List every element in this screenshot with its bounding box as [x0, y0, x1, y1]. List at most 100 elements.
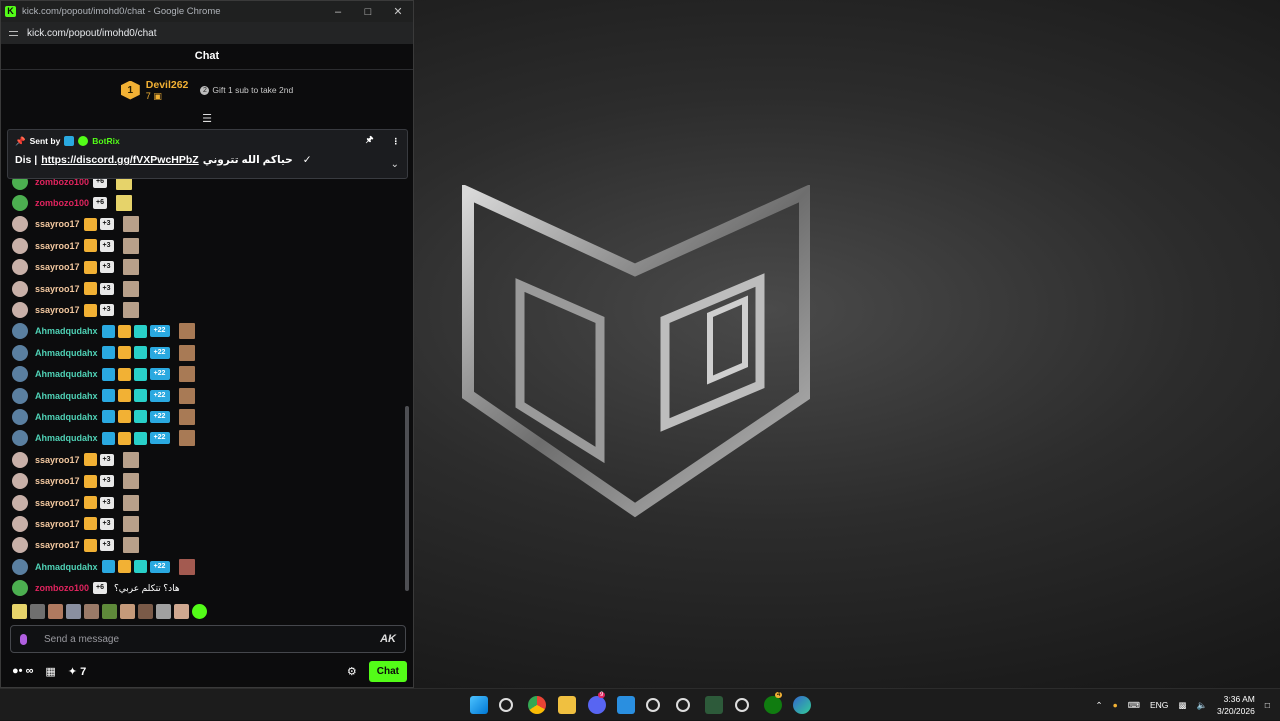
- site-info-icon[interactable]: [9, 29, 18, 38]
- avatar[interactable]: [12, 580, 28, 597]
- emote-icon[interactable]: [122, 451, 139, 468]
- emote-icon[interactable]: [122, 473, 139, 490]
- emote-picker-icon[interactable]: AK: [380, 633, 396, 645]
- store-icon[interactable]: ▦: [45, 665, 55, 678]
- minimize-button[interactable]: –: [323, 1, 353, 22]
- top-gifter-name[interactable]: Devil262: [146, 79, 189, 91]
- emote-icon[interactable]: [30, 604, 45, 619]
- emote-icon[interactable]: [122, 302, 139, 319]
- avatar[interactable]: [12, 323, 28, 340]
- pinned-sender-name[interactable]: BotRix: [92, 136, 119, 146]
- username[interactable]: Ahmadqudahx: [35, 391, 98, 401]
- emote-icon[interactable]: [84, 604, 99, 619]
- emote-icon[interactable]: [178, 344, 195, 361]
- username[interactable]: Ahmadqudahx: [35, 369, 98, 379]
- username[interactable]: ssayroo17: [35, 241, 80, 251]
- emote-icon[interactable]: [122, 537, 139, 554]
- emote-icon[interactable]: [178, 408, 195, 425]
- clock[interactable]: 3:36 AM 3/20/2026: [1217, 693, 1255, 717]
- emote-icon[interactable]: [102, 604, 117, 619]
- avatar[interactable]: [12, 259, 28, 276]
- emote-icon[interactable]: [138, 604, 153, 619]
- window-titlebar[interactable]: K kick.com/popout/imohd0/chat - Google C…: [1, 1, 413, 22]
- battery-app-icon[interactable]: [705, 696, 723, 714]
- message-input[interactable]: [44, 633, 381, 645]
- send-chat-button[interactable]: Chat: [368, 660, 407, 682]
- address-bar[interactable]: kick.com/popout/imohd0/chat: [1, 22, 413, 44]
- network-icon[interactable]: ▩: [1178, 700, 1186, 711]
- more-options-icon[interactable]: ⋮: [392, 136, 401, 147]
- avatar[interactable]: [12, 387, 28, 404]
- username[interactable]: Ahmadqudahx: [35, 348, 98, 358]
- username[interactable]: zombozo100: [35, 583, 89, 593]
- emote-icon[interactable]: [116, 195, 133, 212]
- chevron-up-icon[interactable]: ⌃: [1095, 700, 1102, 711]
- emote-icon[interactable]: [178, 387, 195, 404]
- avatar[interactable]: [12, 302, 28, 319]
- microphone-icon[interactable]: [20, 633, 27, 645]
- edge-icon[interactable]: [793, 696, 811, 714]
- avatar[interactable]: [12, 515, 28, 532]
- unpin-icon[interactable]: 🖈: [366, 134, 374, 148]
- avatar[interactable]: [12, 237, 28, 254]
- avatar[interactable]: [12, 537, 28, 554]
- vscode-icon[interactable]: [617, 696, 635, 714]
- username[interactable]: ssayroo17: [35, 476, 80, 486]
- volume-icon[interactable]: 🔈: [1196, 700, 1207, 711]
- emote-icon[interactable]: [156, 604, 171, 619]
- channel-points[interactable]: ●• ∞: [12, 665, 33, 677]
- emote-icon[interactable]: [122, 216, 139, 233]
- start-menu-icon[interactable]: [470, 696, 488, 714]
- avatar[interactable]: [12, 366, 28, 383]
- username[interactable]: ssayroo17: [35, 455, 80, 465]
- close-button[interactable]: ✕: [383, 1, 413, 22]
- avatar[interactable]: [12, 216, 28, 233]
- emote-icon[interactable]: [122, 515, 139, 532]
- username[interactable]: Ahmadqudahx: [35, 412, 98, 422]
- username[interactable]: ssayroo17: [35, 498, 80, 508]
- language-indicator[interactable]: ENG: [1150, 700, 1168, 710]
- notifications-icon[interactable]: □: [1265, 700, 1270, 710]
- username[interactable]: ssayroo17: [35, 519, 80, 529]
- chat-message-list[interactable]: zombozo100 +6 zombozo100 +6 ssayroo17 +3 ssayr…: [1, 171, 405, 599]
- emote-icon[interactable]: [122, 237, 139, 254]
- app-icon[interactable]: [676, 698, 690, 712]
- username[interactable]: Ahmadqudahx: [35, 326, 98, 336]
- discord-icon[interactable]: [588, 696, 606, 714]
- emote-icon[interactable]: [178, 558, 195, 575]
- emote-icon[interactable]: [178, 366, 195, 383]
- microphone-tray-icon[interactable]: ●: [1113, 700, 1118, 710]
- emote-icon[interactable]: [12, 604, 27, 619]
- chevron-down-icon[interactable]: ⌄: [391, 159, 399, 170]
- discord-link[interactable]: https://discord.gg/fVXPwcHPbZ: [41, 154, 199, 166]
- emote-icon[interactable]: [174, 604, 189, 619]
- message-box[interactable]: AK: [10, 625, 406, 653]
- emote-icon[interactable]: [178, 323, 195, 340]
- chrome-icon[interactable]: [528, 696, 546, 714]
- leaderboard-toggle-icon[interactable]: ☰: [1, 110, 413, 128]
- username[interactable]: ssayroo17: [35, 262, 80, 272]
- avatar[interactable]: [12, 494, 28, 511]
- avatar[interactable]: [12, 280, 28, 297]
- search-icon[interactable]: [499, 698, 513, 712]
- avatar[interactable]: [12, 558, 28, 575]
- username[interactable]: ssayroo17: [35, 305, 80, 315]
- username[interactable]: Ahmadqudahx: [35, 433, 98, 443]
- stars-button[interactable]: ✦ 7: [68, 665, 86, 678]
- username[interactable]: Ahmadqudahx: [35, 562, 98, 572]
- xbox-icon[interactable]: [764, 696, 782, 714]
- avatar[interactable]: [12, 473, 28, 490]
- settings-icon[interactable]: [735, 698, 749, 712]
- username[interactable]: ssayroo17: [35, 540, 80, 550]
- emote-icon[interactable]: [122, 494, 139, 511]
- username[interactable]: ssayroo17: [35, 284, 80, 294]
- chat-scrollbar[interactable]: [405, 406, 409, 591]
- chat-settings-icon[interactable]: ⚙: [347, 665, 357, 678]
- maximize-button[interactable]: □: [353, 1, 383, 22]
- avatar[interactable]: [12, 451, 28, 468]
- emote-icon[interactable]: [178, 430, 195, 447]
- avatar[interactable]: [12, 408, 28, 425]
- username[interactable]: ssayroo17: [35, 219, 80, 229]
- emote-icon[interactable]: [66, 604, 81, 619]
- url-text[interactable]: kick.com/popout/imohd0/chat: [27, 28, 157, 39]
